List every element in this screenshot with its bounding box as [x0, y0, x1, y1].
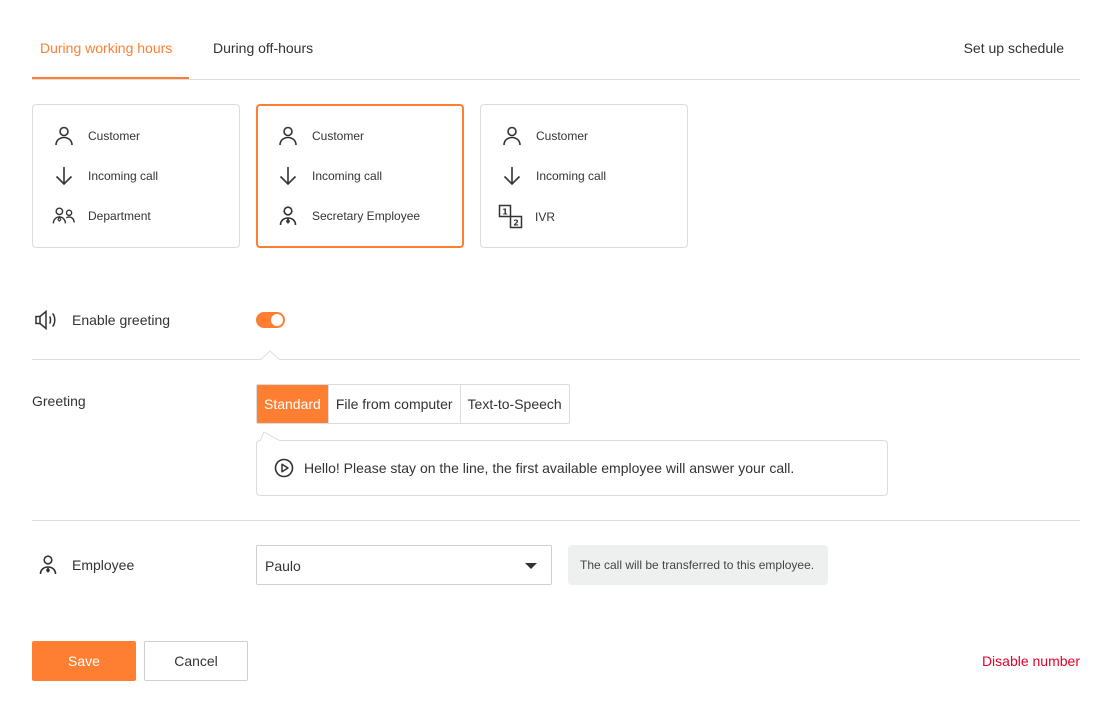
scenario-row-label: Customer [312, 129, 365, 143]
tab-bar: During working hours During off-hours Se… [32, 0, 1080, 80]
caret-down-icon [525, 563, 537, 569]
enable-greeting-label: Enable greeting [72, 312, 171, 328]
disable-number-link[interactable]: Disable number [982, 652, 1080, 670]
tab-off-hours[interactable]: During off-hours [213, 38, 313, 58]
person-icon [276, 124, 300, 148]
employee-icon [36, 553, 60, 577]
employee-select-value: Paulo [265, 558, 301, 574]
toggle-knob [271, 314, 283, 326]
ivr-icon: 1 2 [498, 204, 524, 230]
scenario-row: Incoming call [276, 164, 382, 188]
cancel-button[interactable]: Cancel [144, 641, 248, 681]
scenario-row-label: Secretary Employee [312, 209, 421, 223]
scenario-row-label: Department [88, 209, 151, 223]
greeting-option-file[interactable]: File from computer [328, 385, 461, 423]
arrow-down-icon [500, 164, 524, 188]
svg-text:1: 1 [502, 208, 508, 217]
enable-greeting-toggle[interactable] [256, 312, 285, 328]
scenario-row: Secretary Employee [276, 204, 420, 228]
group-icon [52, 204, 76, 228]
scenario-row: Customer [500, 124, 588, 148]
arrow-down-icon [52, 164, 76, 188]
speaker-icon [32, 308, 60, 332]
scenario-row-label: Incoming call [536, 169, 607, 183]
scenario-row-label: Customer [88, 129, 141, 143]
greeting-option-tts[interactable]: Text-to-Speech [460, 385, 569, 423]
save-button[interactable]: Save [32, 641, 136, 681]
greeting-message-text: Hello! Please stay on the line, the firs… [304, 460, 795, 476]
tab-working-hours[interactable]: During working hours [40, 38, 172, 58]
enable-greeting-row: Enable greeting [32, 308, 170, 332]
person-icon [52, 124, 76, 148]
scenario-row: Incoming call [500, 164, 606, 188]
greeting-label: Greeting [32, 393, 86, 409]
employee-select[interactable]: Paulo [256, 545, 552, 585]
employee-row: Employee [36, 553, 134, 577]
scenario-row-label: IVR [535, 210, 556, 224]
play-icon[interactable] [274, 458, 294, 478]
scenario-row: 1 2 IVR [498, 204, 555, 230]
scenario-row: Incoming call [52, 164, 158, 188]
active-tab-indicator [32, 77, 189, 79]
section-divider [32, 520, 1080, 521]
arrow-down-icon [276, 164, 300, 188]
pointer-notch [260, 350, 280, 360]
scenario-row: Customer [52, 124, 140, 148]
scenario-row-label: Incoming call [312, 169, 383, 183]
message-pointer-notch [260, 431, 280, 441]
section-divider [32, 359, 1080, 360]
greeting-source-selector: Standard File from computer Text-to-Spee… [256, 384, 570, 424]
greeting-message-box: Hello! Please stay on the line, the firs… [256, 440, 888, 496]
employee-hint: The call will be transferred to this emp… [568, 545, 828, 585]
scenario-row-label: Incoming call [88, 169, 159, 183]
svg-text:2: 2 [513, 219, 519, 228]
employee-icon [276, 204, 300, 228]
scenario-row: Department [52, 204, 151, 228]
greeting-option-standard[interactable]: Standard [257, 385, 329, 423]
set-up-schedule-link[interactable]: Set up schedule [964, 38, 1064, 58]
person-icon [500, 124, 524, 148]
employee-label: Employee [72, 557, 135, 573]
scenario-row: Customer [276, 124, 364, 148]
scenario-row-label: Customer [536, 129, 589, 143]
